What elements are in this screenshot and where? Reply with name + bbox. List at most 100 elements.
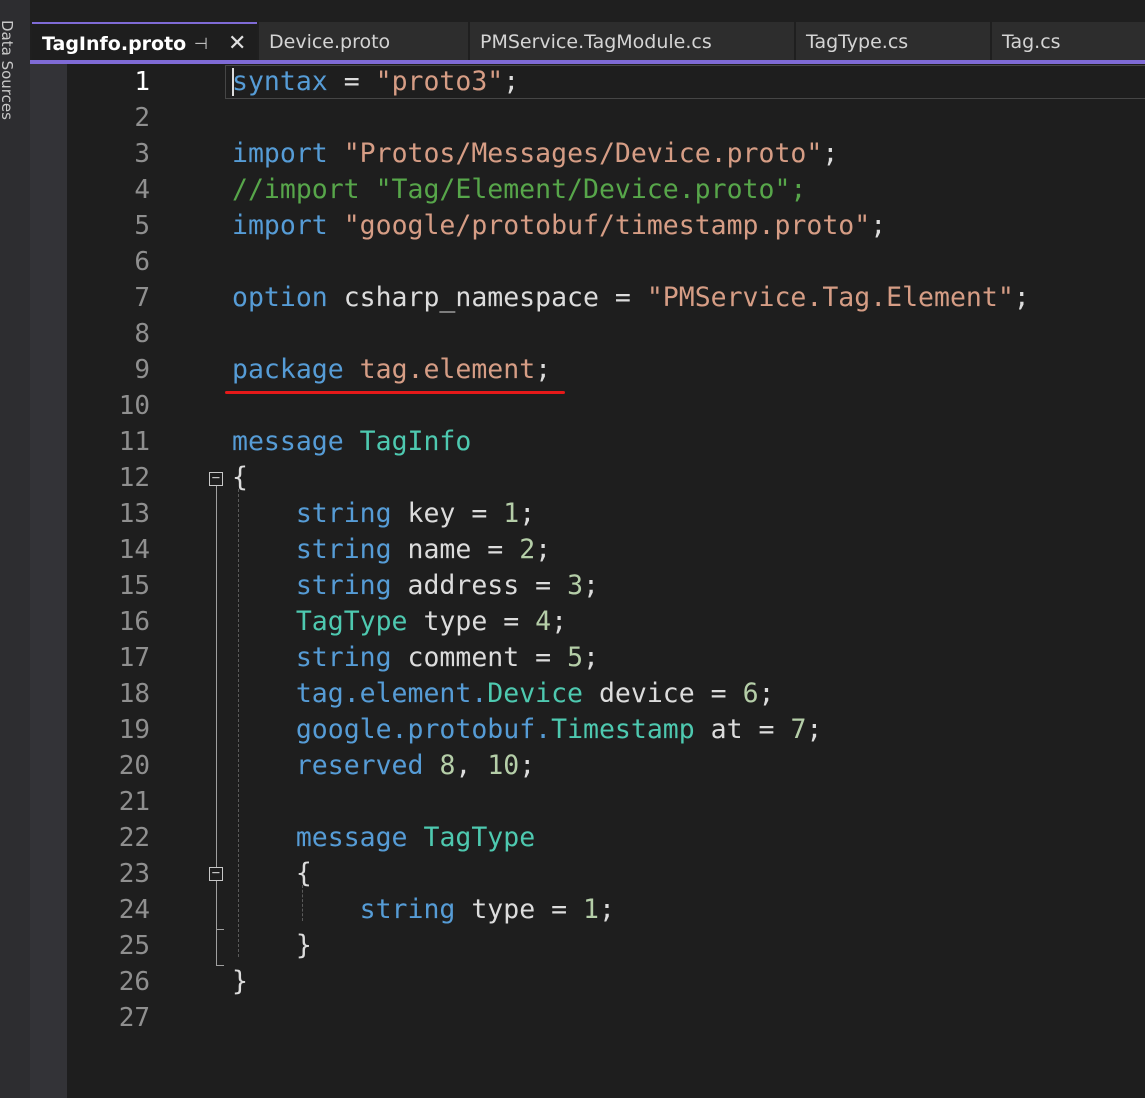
data-sources-label[interactable]: Data Sources bbox=[0, 20, 16, 120]
code-token: , bbox=[455, 750, 488, 781]
line-number: 17 bbox=[118, 643, 150, 673]
code-line[interactable]: 15 string address = 3; bbox=[30, 568, 1145, 604]
code-line[interactable]: 26} bbox=[30, 964, 1145, 1000]
code-line[interactable]: 10 bbox=[30, 388, 1145, 424]
line-number: 21 bbox=[118, 787, 150, 817]
code-token: string bbox=[295, 642, 392, 673]
side-panel-strip[interactable]: Data Sources bbox=[0, 0, 31, 1098]
code-text[interactable]: } bbox=[232, 964, 248, 1000]
close-icon[interactable]: ✕ bbox=[228, 24, 246, 60]
code-text[interactable]: syntax = "proto3"; bbox=[232, 64, 519, 100]
code-token: ; bbox=[503, 66, 520, 97]
code-line[interactable]: 12 { bbox=[30, 460, 1145, 496]
code-text[interactable]: { bbox=[232, 856, 312, 892]
fold-line-end bbox=[216, 929, 224, 930]
code-line[interactable]: 11 message TagInfo bbox=[30, 424, 1145, 460]
code-text[interactable]: option csharp_namespace = "PMService.Tag… bbox=[232, 280, 1030, 316]
tab-device-proto[interactable]: Device.proto bbox=[259, 22, 468, 60]
code-line[interactable]: 3 import "Protos/Messages/Device.proto"; bbox=[30, 136, 1145, 172]
line-number: 13 bbox=[118, 499, 150, 529]
code-line[interactable]: 25 } bbox=[30, 928, 1145, 964]
code-editor[interactable]: 1 syntax = "proto3"; 2 3 import "Protos/Mess… bbox=[30, 64, 1145, 1098]
code-line[interactable]: 14 string name = 2; bbox=[30, 532, 1145, 568]
tab-taginfo-proto[interactable]: TagInfo.proto ⊣ ✕ bbox=[32, 22, 257, 60]
code-line[interactable]: 9 package tag.element; bbox=[30, 352, 1145, 388]
code-text[interactable]: reserved 8, 10; bbox=[232, 748, 535, 784]
code-token: 1 bbox=[503, 498, 520, 529]
code-line[interactable]: 24 string type = 1; bbox=[30, 892, 1145, 928]
code-token: at = bbox=[694, 714, 791, 745]
code-token: tag.element. bbox=[295, 678, 488, 709]
line-number: 15 bbox=[118, 571, 150, 601]
code-text[interactable]: message TagType bbox=[232, 820, 535, 856]
code-token: "PMService.Tag.Element" bbox=[646, 282, 1014, 313]
code-token: ; bbox=[870, 210, 887, 241]
code-line[interactable]: 27 bbox=[30, 1000, 1145, 1036]
fold-line-end bbox=[216, 965, 224, 966]
line-number: 5 bbox=[134, 211, 150, 241]
line-number: 20 bbox=[118, 751, 150, 781]
code-line[interactable]: 5 import "google/protobuf/timestamp.proto… bbox=[30, 208, 1145, 244]
code-text[interactable]: string key = 1; bbox=[232, 496, 535, 532]
tab-label: Device.proto bbox=[269, 31, 391, 53]
code-text[interactable]: } bbox=[232, 928, 312, 964]
line-number: 26 bbox=[118, 967, 150, 997]
code-text[interactable]: string name = 2; bbox=[232, 532, 551, 568]
code-line[interactable]: 2 bbox=[30, 100, 1145, 136]
code-line[interactable]: 4 //import "Tag/Element/Device.proto"; bbox=[30, 172, 1145, 208]
tab-pmservice-tagmodule-cs[interactable]: PMService.TagModule.cs bbox=[470, 22, 794, 60]
code-line[interactable]: 22 message TagType bbox=[30, 820, 1145, 856]
tab-tagtype-cs[interactable]: TagType.cs bbox=[796, 22, 990, 60]
code-token: { bbox=[232, 462, 248, 493]
code-line[interactable]: 21 bbox=[30, 784, 1145, 820]
code-text[interactable]: string address = 3; bbox=[232, 568, 599, 604]
code-line[interactable]: 6 bbox=[30, 244, 1145, 280]
collapse-icon[interactable]: − bbox=[209, 471, 223, 486]
code-token: 5 bbox=[567, 642, 584, 673]
code-line[interactable]: 13 string key = 1; bbox=[30, 496, 1145, 532]
code-line[interactable]: 7 option csharp_namespace = "PMService.Ta… bbox=[30, 280, 1145, 316]
collapse-icon[interactable]: − bbox=[209, 866, 223, 881]
code-token: ; bbox=[583, 570, 599, 601]
code-line[interactable]: 17 string comment = 5; bbox=[30, 640, 1145, 676]
code-token: ; bbox=[822, 138, 839, 169]
code-token: message bbox=[232, 426, 344, 457]
code-text[interactable]: //import "Tag/Element/Device.proto"; bbox=[232, 172, 806, 208]
code-token: ; bbox=[806, 714, 823, 745]
code-line[interactable]: 19 google.protobuf.Timestamp at = 7; bbox=[30, 712, 1145, 748]
code-token: } bbox=[232, 930, 312, 961]
tab-label: TagInfo.proto bbox=[42, 33, 187, 55]
code-line[interactable]: 18 tag.element.Device device = 6; bbox=[30, 676, 1145, 712]
code-text[interactable]: import "Protos/Messages/Device.proto"; bbox=[232, 136, 838, 172]
code-text[interactable]: import "google/protobuf/timestamp.proto"… bbox=[232, 208, 886, 244]
pin-icon[interactable]: ⊣ bbox=[194, 24, 208, 60]
fold-line bbox=[216, 881, 217, 929]
code-token: ; bbox=[583, 642, 599, 673]
code-line[interactable]: 23 { bbox=[30, 856, 1145, 892]
code-text[interactable]: string comment = 5; bbox=[232, 640, 599, 676]
tab-tag-cs[interactable]: Tag.cs bbox=[992, 22, 1145, 60]
code-line[interactable]: 8 bbox=[30, 316, 1145, 352]
code-line[interactable]: 16 TagType type = 4; bbox=[30, 604, 1145, 640]
code-text[interactable]: google.protobuf.Timestamp at = 7; bbox=[232, 712, 823, 748]
code-text[interactable]: package tag.element; bbox=[232, 352, 551, 388]
line-number: 25 bbox=[118, 931, 150, 961]
code-text[interactable]: { bbox=[232, 460, 248, 496]
code-text[interactable]: tag.element.Device device = 6; bbox=[232, 676, 775, 712]
line-number: 9 bbox=[134, 355, 150, 385]
code-text[interactable]: message TagInfo bbox=[232, 424, 471, 460]
code-token: 10 bbox=[487, 750, 520, 781]
code-line[interactable]: 1 syntax = "proto3"; bbox=[30, 64, 1145, 100]
annotation-underline bbox=[225, 391, 565, 394]
code-text[interactable]: string type = 1; bbox=[232, 892, 615, 928]
code-line[interactable]: 20 reserved 8, 10; bbox=[30, 748, 1145, 784]
code-text[interactable]: TagType type = 4; bbox=[232, 604, 567, 640]
